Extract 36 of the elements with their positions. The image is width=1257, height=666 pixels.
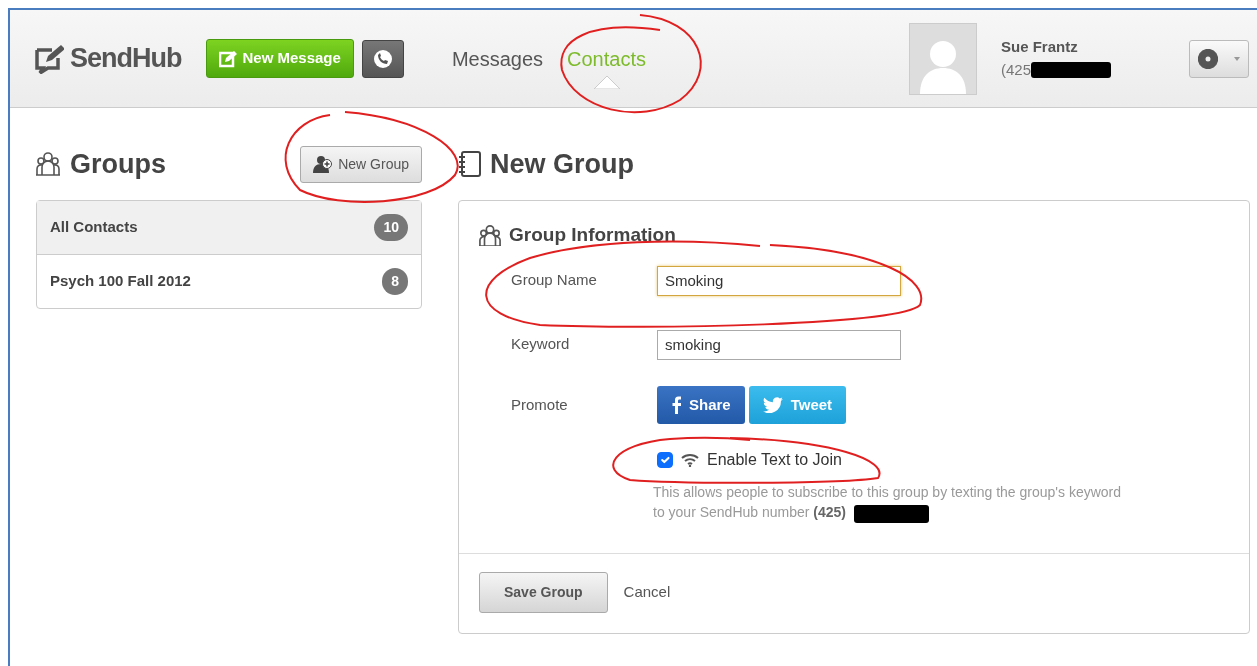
active-tab-pointer bbox=[593, 74, 620, 89]
groups-icon bbox=[479, 224, 501, 247]
new-group-button[interactable]: New Group bbox=[300, 145, 422, 183]
call-button[interactable] bbox=[361, 39, 404, 78]
count-pill: 8 bbox=[382, 268, 408, 295]
checkbox[interactable] bbox=[657, 452, 673, 468]
group-list-item[interactable]: Psych 100 Fall 2012 8 bbox=[37, 254, 421, 308]
form-section-title: Group Information bbox=[509, 223, 676, 247]
section-title: Groups bbox=[70, 147, 166, 181]
count-pill: 10 bbox=[374, 214, 408, 241]
text-field[interactable]: Smoking bbox=[657, 265, 901, 296]
field-label: Keyword bbox=[510, 334, 571, 355]
groups-icon bbox=[36, 151, 62, 177]
checkbox-label: Enable Text to Join bbox=[707, 450, 842, 470]
page-title: New Group bbox=[490, 147, 634, 181]
save-button[interactable]: Save Group bbox=[479, 571, 608, 613]
bird-icon bbox=[762, 396, 783, 413]
user-name: Sue Frantz bbox=[1001, 37, 1079, 57]
add-person-icon bbox=[313, 155, 334, 173]
notebook-icon bbox=[458, 150, 482, 178]
nav-tab[interactable]: Messages bbox=[451, 43, 544, 74]
logo-text: SendHub bbox=[70, 42, 182, 76]
help-text: This allows people to subscribe to this group by texting the group's keyword to your SendHub number (425) bbox=[653, 483, 1123, 523]
share-button[interactable]: Share bbox=[657, 385, 745, 424]
field-label: Promote bbox=[510, 394, 569, 415]
caret-icon bbox=[1234, 57, 1240, 62]
field-label: Group Name bbox=[510, 270, 598, 291]
wifi-icon bbox=[681, 453, 699, 467]
group-list-item[interactable]: All Contacts 10 bbox=[37, 201, 421, 254]
cancel-link[interactable]: Cancel bbox=[623, 580, 671, 604]
user-phone: (425 bbox=[1001, 59, 1032, 80]
compose-icon bbox=[218, 49, 237, 68]
text-field[interactable]: smoking bbox=[657, 329, 901, 360]
phone-icon bbox=[372, 48, 393, 69]
facebook-icon bbox=[671, 395, 681, 414]
logo-icon bbox=[34, 43, 64, 74]
